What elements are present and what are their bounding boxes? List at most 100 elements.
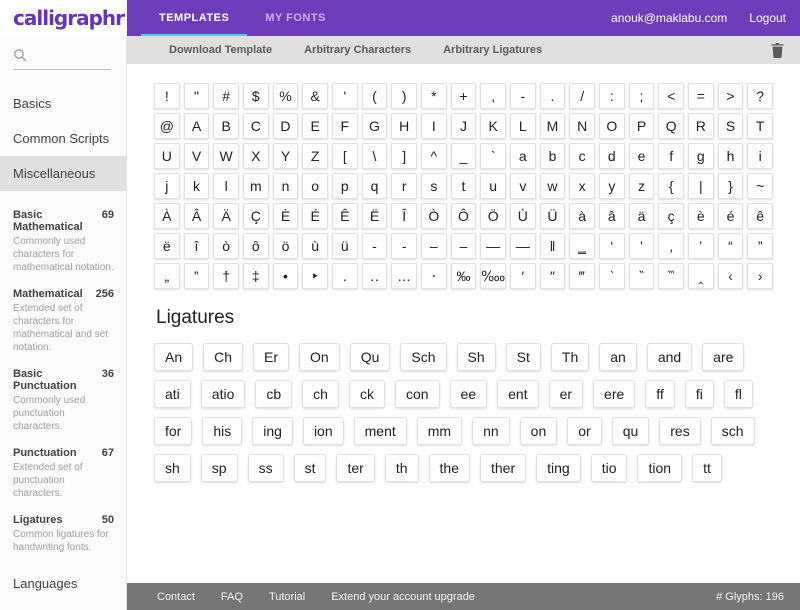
sidebar-subitem-basic-mathematical[interactable]: Basic Mathematical 69 Commonly used charac…: [0, 201, 126, 280]
glyph-cell[interactable]: ': [331, 83, 358, 109]
glyph-cell[interactable]: k: [183, 173, 210, 199]
glyph-cell[interactable]: y: [598, 173, 625, 199]
ligature-cell[interactable]: Sch: [400, 343, 447, 371]
glyph-cell[interactable]: a: [509, 143, 536, 169]
glyph-cell[interactable]: ‐: [361, 233, 388, 259]
glyph-cell[interactable]: x: [569, 173, 595, 199]
ligature-cell[interactable]: are: [702, 343, 745, 371]
glyph-cell[interactable]: ê: [747, 203, 773, 229]
glyph-cell[interactable]: o: [302, 173, 328, 199]
sidebar-item-miscellaneous[interactable]: Miscellaneous: [0, 156, 126, 191]
sidebar-item-languages[interactable]: Languages: [0, 566, 126, 601]
glyph-cell[interactable]: -: [509, 83, 536, 109]
glyph-cell[interactable]: }: [717, 173, 744, 199]
glyph-cell[interactable]: P: [628, 113, 655, 139]
glyph-cell[interactable]: ^: [420, 143, 447, 169]
tab-my-fonts[interactable]: MY FONTS: [247, 0, 344, 36]
glyph-cell[interactable]: H: [391, 113, 417, 139]
ligature-cell[interactable]: Qu: [349, 343, 391, 371]
glyph-cell[interactable]: E: [302, 113, 328, 139]
glyph-cell[interactable]: .: [539, 83, 566, 109]
glyph-cell[interactable]: ö: [272, 233, 299, 259]
glyph-cell[interactable]: T: [747, 113, 773, 139]
glyph-cell[interactable]: `: [480, 143, 506, 169]
glyph-cell[interactable]: L: [509, 113, 536, 139]
ligature-cell[interactable]: ion: [302, 417, 344, 445]
glyph-cell[interactable]: q: [361, 173, 388, 199]
glyph-cell[interactable]: Ô: [450, 203, 477, 229]
glyph-cell[interactable]: Î: [391, 203, 417, 229]
glyph-cell[interactable]: :: [598, 83, 625, 109]
ligature-cell[interactable]: sp: [200, 454, 238, 482]
glyph-cell[interactable]: K: [480, 113, 506, 139]
glyph-cell[interactable]: ‧: [420, 263, 447, 289]
ligature-cell[interactable]: cb: [255, 380, 293, 408]
glyph-cell[interactable]: ü: [331, 233, 358, 259]
search-input[interactable]: [13, 50, 111, 70]
glyph-cell[interactable]: c: [569, 143, 595, 169]
download-template-button[interactable]: Download Template: [157, 40, 284, 60]
glyph-cell[interactable]: &: [302, 83, 328, 109]
ligature-cell[interactable]: his: [202, 417, 243, 445]
glyph-cell[interactable]: u: [480, 173, 506, 199]
glyph-cell[interactable]: “: [717, 233, 744, 259]
sidebar-subitem-ligatures[interactable]: Ligatures 50 Common ligatures for handwrit…: [0, 506, 126, 560]
glyph-cell[interactable]: b: [539, 143, 566, 169]
glyph-cell[interactable]: ‗: [569, 233, 595, 259]
ligature-cell[interactable]: fl: [723, 380, 753, 408]
ligature-cell[interactable]: on: [519, 417, 558, 445]
glyph-cell[interactable]: ‶: [628, 263, 655, 289]
ligature-cell[interactable]: On: [299, 343, 340, 371]
glyph-cell[interactable]: ‖: [539, 233, 566, 259]
glyph-cell[interactable]: _: [450, 143, 477, 169]
glyph-cell[interactable]: ,: [480, 83, 506, 109]
ligature-cell[interactable]: ing: [252, 417, 293, 445]
ligature-cell[interactable]: Th: [550, 343, 590, 371]
glyph-cell[interactable]: ù: [302, 233, 328, 259]
glyph-cell[interactable]: \: [361, 143, 388, 169]
ligature-cell[interactable]: tio: [590, 454, 628, 482]
glyph-cell[interactable]: w: [539, 173, 566, 199]
glyph-cell[interactable]: è: [687, 203, 714, 229]
glyph-cell[interactable]: [: [331, 143, 358, 169]
glyph-cell[interactable]: …: [391, 263, 417, 289]
ligature-cell[interactable]: an: [599, 343, 637, 371]
glyph-cell[interactable]: %: [272, 83, 299, 109]
glyph-cell[interactable]: ‰: [450, 263, 477, 289]
glyph-cell[interactable]: I: [420, 113, 447, 139]
glyph-cell[interactable]: =: [687, 83, 714, 109]
glyph-cell[interactable]: ‟: [183, 263, 210, 289]
glyph-cell[interactable]: G: [361, 113, 388, 139]
glyph-cell[interactable]: /: [569, 83, 595, 109]
glyph-cell[interactable]: S: [717, 113, 744, 139]
glyph-cell[interactable]: Ä: [213, 203, 239, 229]
logout-button[interactable]: Logout: [749, 11, 786, 25]
ligature-cell[interactable]: ff: [645, 380, 675, 408]
ligature-cell[interactable]: qu: [611, 417, 650, 445]
sidebar-subitem-punctuation[interactable]: Punctuation 67 Extended set of punctuation…: [0, 439, 126, 506]
glyph-cell[interactable]: i: [747, 143, 773, 169]
glyph-cell[interactable]: „: [154, 263, 180, 289]
ligature-cell[interactable]: ter: [336, 454, 375, 482]
glyph-cell[interactable]: –: [450, 233, 477, 259]
glyph-cell[interactable]: J: [450, 113, 477, 139]
ligature-cell[interactable]: ck: [348, 380, 385, 408]
glyph-cell[interactable]: ‒: [420, 233, 447, 259]
glyph-cell[interactable]: V: [183, 143, 210, 169]
glyph-cell[interactable]: C: [242, 113, 269, 139]
ligature-cell[interactable]: nn: [472, 417, 510, 445]
ligature-cell[interactable]: sh: [154, 454, 191, 482]
glyph-cell[interactable]: ]: [391, 143, 417, 169]
glyph-cell[interactable]: À: [154, 203, 180, 229]
glyph-cell[interactable]: ~: [747, 173, 773, 199]
glyph-cell[interactable]: ‑: [391, 233, 417, 259]
glyph-cell[interactable]: ): [391, 83, 417, 109]
glyph-cell[interactable]: Ë: [361, 203, 388, 229]
ligature-cell[interactable]: or: [567, 417, 602, 445]
sidebar-subitem-mathematical[interactable]: Mathematical 256 Extended set of character…: [0, 280, 126, 360]
glyph-cell[interactable]: A: [183, 113, 210, 139]
glyph-cell[interactable]: ․: [331, 263, 358, 289]
glyph-cell[interactable]: m: [242, 173, 269, 199]
glyph-cell[interactable]: —: [480, 233, 506, 259]
glyph-cell[interactable]: Q: [658, 113, 684, 139]
